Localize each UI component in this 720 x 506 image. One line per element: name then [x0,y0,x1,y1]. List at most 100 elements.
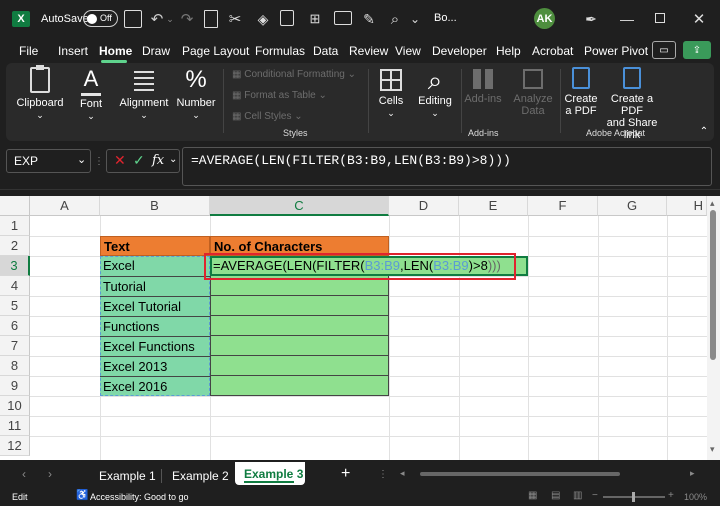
menu-view[interactable]: View [395,44,421,58]
zoom-in-icon[interactable]: + [668,490,674,501]
tab-example-2[interactable]: Example 2 [172,469,229,483]
minimize-icon[interactable]: — [618,10,636,28]
accessibility-status[interactable]: Accessibility: Good to go [90,492,189,502]
column-header-f[interactable]: F [528,196,598,216]
next-sheet-icon[interactable]: › [48,467,52,481]
scroll-left-icon[interactable]: ◂ [400,468,405,479]
row-header-4[interactable]: 4 [0,276,30,296]
cell-b4[interactable]: Tutorial [100,276,210,296]
scroll-up-icon[interactable]: ▴ [710,198,715,209]
cells-button[interactable]: Cells ⌄ [374,65,408,119]
undo-icon[interactable]: ↶ [148,10,166,28]
addins-button[interactable]: Add-ins [464,65,502,105]
h-scroll-thumb[interactable] [420,472,620,476]
zoom-slider-thumb[interactable] [632,492,635,502]
normal-view-icon[interactable]: ▦ [528,490,537,501]
comments-icon[interactable]: ▭ [652,41,676,59]
autosave-toggle[interactable]: Off [83,10,118,27]
editing-button[interactable]: ⌕ Editing ⌄ [414,65,456,119]
analyze-data-button[interactable]: Analyze Data [512,65,554,117]
copy-icon[interactable] [280,10,294,26]
column-header-d[interactable]: D [389,196,459,216]
column-header-e[interactable]: E [459,196,528,216]
number-button[interactable]: % Number ⌄ [176,65,216,121]
tab-example-1[interactable]: Example 1 [99,469,156,483]
scroll-thumb[interactable] [710,210,716,360]
more-icon[interactable]: ⋮ [94,154,104,168]
row-header-8[interactable]: 8 [0,356,30,376]
cell-c9[interactable] [210,376,389,396]
worksheet-grid[interactable]: A B C D E F G H 1 2 3 4 5 6 7 8 9 10 11 … [0,196,720,460]
prev-sheet-icon[interactable]: ‹ [22,467,26,481]
cut-icon[interactable]: ✂ [226,10,244,28]
name-box[interactable]: EXP ⌄ [6,149,91,173]
customize-toolbar-icon[interactable]: ⌄ [408,10,422,28]
cell-b6[interactable]: Functions [100,316,210,336]
row-header-12[interactable]: 12 [0,436,30,456]
search-icon[interactable]: ⌕ [386,10,404,28]
horizontal-scrollbar[interactable]: ◂ ▸ [400,468,700,480]
row-header-7[interactable]: 7 [0,336,30,356]
row-header-1[interactable]: 1 [0,216,30,236]
row-header-11[interactable]: 11 [0,416,30,436]
column-header-h[interactable]: H [667,196,707,216]
menu-data[interactable]: Data [313,44,338,58]
alignment-button[interactable]: Alignment ⌄ [116,65,172,121]
scroll-down-icon[interactable]: ▾ [710,444,715,455]
menu-insert[interactable]: Insert [58,44,88,58]
zoom-level[interactable]: 100% [684,492,707,502]
font-button[interactable]: A Font ⌄ [74,65,108,122]
menu-power-pivot[interactable]: Power Pivot [584,44,648,58]
column-header-b[interactable]: B [100,196,210,216]
zoom-out-icon[interactable]: − [592,490,598,501]
cell-b3[interactable]: Excel [100,256,210,276]
cell-b9[interactable]: Excel 2016 [100,376,210,396]
avatar[interactable]: AK [534,8,555,29]
accessibility-icon[interactable]: ♿ [76,490,88,501]
cell-b2-header[interactable]: Text [100,236,210,256]
menu-draw[interactable]: Draw [142,44,170,58]
row-header-3[interactable]: 3 [0,256,30,276]
undo-dropdown-icon[interactable]: ⌄ [166,12,174,26]
row-header-5[interactable]: 5 [0,296,30,316]
row-header-6[interactable]: 6 [0,316,30,336]
row-header-10[interactable]: 10 [0,396,30,416]
create-pdf-button[interactable]: Create a PDF [564,65,598,117]
formula-input[interactable]: =AVERAGE(LEN(FILTER(B3:B9,LEN(B3:B9)>8))… [182,147,712,186]
menu-formulas[interactable]: Formulas [255,44,305,58]
pen-icon[interactable]: ✒ [582,10,600,28]
save-icon[interactable] [124,10,142,28]
page-layout-view-icon[interactable]: ▤ [551,490,560,501]
menu-page-layout[interactable]: Page Layout [182,44,249,58]
cell-c8[interactable] [210,356,389,376]
page-break-view-icon[interactable]: ▥ [573,490,582,501]
clipboard-button[interactable]: Clipboard ⌄ [16,65,64,121]
menu-file[interactable]: File [19,44,38,58]
tab-example-3-active[interactable]: Example 3 [235,462,305,485]
scroll-right-icon[interactable]: ▸ [690,468,695,479]
cancel-icon[interactable]: ✕ [114,152,126,169]
insert-function-icon[interactable]: fx [152,153,164,168]
row-header-2[interactable]: 2 [0,236,30,256]
cell-c7[interactable] [210,336,389,356]
column-header-c[interactable]: C [210,196,389,216]
cell-c5[interactable] [210,296,389,316]
paint-icon[interactable]: ✎ [360,10,378,28]
more-sheets-icon[interactable]: ⋮ [378,469,388,480]
email-icon[interactable] [334,11,352,25]
new-file-icon[interactable] [204,10,218,28]
zoom-slider[interactable] [603,492,665,502]
share-icon[interactable]: ⇪ [683,41,711,59]
redo-icon[interactable]: ↷ [178,10,196,28]
vertical-scrollbar[interactable]: ▴ ▾ [707,196,720,460]
add-sheet-icon[interactable]: + [341,465,350,483]
column-header-g[interactable]: G [598,196,667,216]
column-header-a[interactable]: A [30,196,100,216]
close-icon[interactable]: ✕ [690,10,708,28]
file-name[interactable]: Bo... [434,12,457,24]
cell-b8[interactable]: Excel 2013 [100,356,210,376]
format-icon[interactable]: ⊞ [306,10,324,28]
cell-styles-button[interactable]: ▦ Cell Styles ⌄ [232,111,303,122]
enter-icon[interactable]: ✓ [133,152,145,169]
format-as-table-button[interactable]: ▦ Format as Table ⌄ [232,90,327,101]
